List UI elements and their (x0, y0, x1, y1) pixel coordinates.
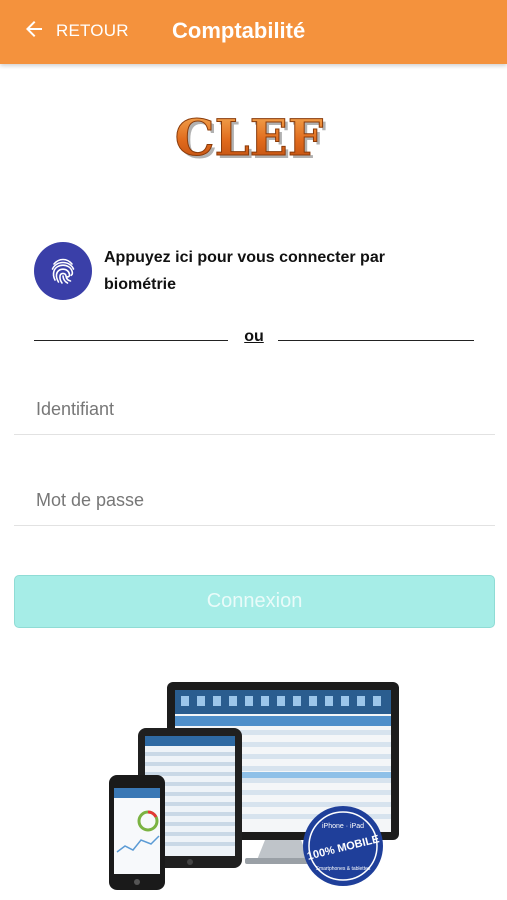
devices-illustration: iPhone · iPad 100% MOBILE Smartphones & … (105, 680, 405, 895)
fingerprint-icon (34, 242, 92, 300)
password-input[interactable] (34, 479, 498, 521)
arrow-left-icon (22, 17, 46, 46)
divider-right (278, 340, 474, 341)
clef-logo: CLEF CLEF (160, 103, 340, 173)
logo-text: CLEF (175, 108, 324, 167)
page-title: Comptabilité (172, 18, 306, 43)
biometric-login[interactable]: Appuyez ici pour vous connecter par biom… (34, 242, 434, 300)
or-separator: ou (244, 328, 264, 345)
username-field-container (14, 384, 498, 435)
password-field-container (14, 475, 498, 526)
badge-bottom-text: Smartphones & tablettes (316, 866, 371, 872)
username-input[interactable] (34, 388, 498, 430)
back-button[interactable]: RETOUR (22, 14, 129, 48)
connexion-button[interactable]: Connexion (14, 575, 495, 628)
divider-left (34, 340, 228, 341)
biometric-label: Appuyez ici pour vous connecter par biom… (104, 249, 385, 293)
app-bar: RETOUR Comptabilité (0, 0, 507, 64)
badge-top-text: iPhone · iPad (322, 823, 364, 830)
back-label: RETOUR (56, 21, 129, 40)
